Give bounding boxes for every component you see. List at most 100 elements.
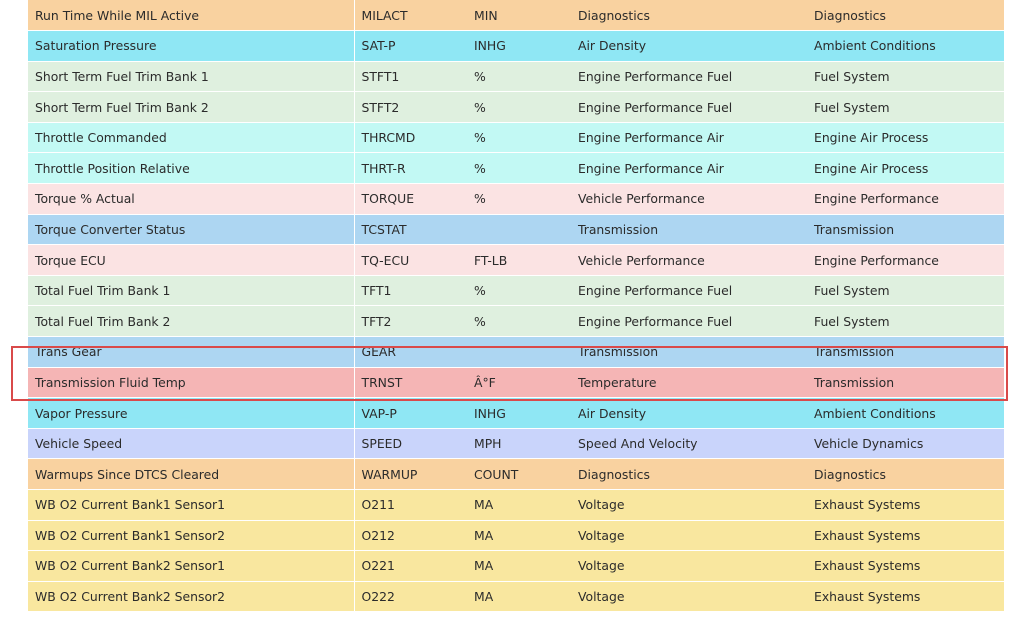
- cell-code: O211: [354, 489, 467, 521]
- cell-category: Temperature: [571, 367, 807, 399]
- table-row[interactable]: Saturation Pressure SAT-P INHG Air Density A…: [28, 30, 1004, 62]
- pid-table-container: Run Time While MIL Active MILACT MIN Diagno…: [28, 0, 1004, 613]
- table-row[interactable]: Run Time While MIL Active MILACT MIN Diagno…: [28, 0, 1004, 32]
- table-row[interactable]: Total Fuel Trim Bank 2 TFT2% Engine Perfor…: [28, 305, 1004, 338]
- cell-category: Vehicle Performance: [571, 244, 807, 276]
- cell-name: Torque Converter Status: [28, 214, 355, 246]
- cell-group: Transmission: [807, 367, 1004, 399]
- cell-name: WB O2 Current Bank2 Sensor1: [28, 550, 355, 582]
- cell-category: Speed And Velocity: [571, 428, 807, 460]
- cell-name: Total Fuel Trim Bank 1: [28, 275, 355, 307]
- cell-name: Torque % Actual: [28, 183, 355, 215]
- cell-code: GEAR: [354, 336, 467, 368]
- cell-code: O222: [354, 581, 467, 613]
- cell-name: Warmups Since DTCS Cleared: [28, 458, 355, 490]
- cell-name: Vapor Pressure: [28, 397, 355, 429]
- table-row[interactable]: Transmission Fluid Temp TRNST Â°F Temperatu…: [28, 367, 1004, 399]
- cell-group: Exhaust Systems: [807, 489, 1004, 521]
- cell-category: Engine Performance Air: [571, 122, 807, 154]
- pid-table-body: Run Time While MIL Active MILACT MIN Diagno…: [28, 0, 1004, 613]
- cell-category: Engine Performance Fuel: [571, 305, 807, 338]
- cell-code: WARMUP: [354, 458, 467, 490]
- cell-code: O212: [354, 520, 467, 552]
- table-row[interactable]: WB O2 Current Bank2 Sensor2 O222 MA Voltage…: [28, 581, 1004, 613]
- cell-group: Diagnostics: [807, 458, 1004, 490]
- cell-group: Engine Performance: [807, 183, 1004, 215]
- cell-unit: %: [467, 122, 571, 154]
- cell-code: MILACT: [354, 0, 467, 32]
- cell-unit: MA: [467, 550, 571, 582]
- cell-category: Voltage: [571, 581, 807, 613]
- table-row[interactable]: Torque Converter Status TCSTAT Transmissio…: [28, 214, 1004, 246]
- table-row[interactable]: WB O2 Current Bank1 Sensor2 O212 MA Voltage…: [28, 520, 1004, 552]
- table-row[interactable]: Vapor Pressure VAP-P INHG Air Density Ambien…: [28, 397, 1004, 429]
- cell-group: Diagnostics: [807, 0, 1004, 32]
- cell-unit: Â°F: [467, 367, 571, 399]
- cell-name: Trans Gear: [28, 336, 355, 368]
- cell-category: Vehicle Performance: [571, 183, 807, 215]
- table-row[interactable]: WB O2 Current Bank2 Sensor1 O221 MA Voltage…: [28, 550, 1004, 582]
- table-row[interactable]: Warmups Since DTCS Cleared WARMUP COUNT Dia…: [28, 458, 1004, 490]
- cell-name: Vehicle Speed: [28, 428, 355, 460]
- cell-unit: MIN: [467, 0, 571, 32]
- cell-category: Voltage: [571, 550, 807, 582]
- cell-name: Saturation Pressure: [28, 30, 355, 62]
- table-row[interactable]: Trans Gear GEAR Transmission Transmission: [28, 336, 1004, 368]
- cell-group: Fuel System: [807, 305, 1004, 338]
- cell-category: Diagnostics: [571, 458, 807, 490]
- cell-unit: %: [467, 91, 571, 123]
- cell-group: Fuel System: [807, 91, 1004, 123]
- cell-category: Voltage: [571, 520, 807, 552]
- cell-group: Engine Performance: [807, 244, 1004, 276]
- table-row[interactable]: Torque ECU TQ-ECU FT-LB Vehicle Performance…: [28, 244, 1004, 276]
- cell-group: Fuel System: [807, 275, 1004, 307]
- cell-category: Air Density: [571, 397, 807, 429]
- cell-code: THRCMD: [354, 122, 467, 154]
- cell-code: STFT1: [354, 61, 467, 93]
- cell-code: THRT-R: [354, 152, 467, 185]
- cell-name: Short Term Fuel Trim Bank 1: [28, 61, 355, 93]
- cell-category: Engine Performance Air: [571, 152, 807, 185]
- cell-unit: %: [467, 305, 571, 338]
- cell-name: Run Time While MIL Active: [28, 0, 355, 32]
- cell-name: Total Fuel Trim Bank 2: [28, 305, 355, 338]
- cell-code: SPEED: [354, 428, 467, 460]
- cell-category: Air Density: [571, 30, 807, 62]
- cell-code: TRNST: [354, 367, 467, 399]
- cell-name: Short Term Fuel Trim Bank 2: [28, 91, 355, 123]
- cell-group: Engine Air Process: [807, 122, 1004, 154]
- cell-unit: MA: [467, 581, 571, 613]
- cell-unit: INHG: [467, 30, 571, 62]
- cell-code: TCSTAT: [354, 214, 467, 246]
- cell-category: Diagnostics: [571, 0, 807, 32]
- cell-unit: %: [467, 183, 571, 215]
- cell-category: Engine Performance Fuel: [571, 91, 807, 123]
- table-row[interactable]: Throttle Position Relative THRT-R% Engine …: [28, 152, 1004, 185]
- table-row[interactable]: Total Fuel Trim Bank 1 TFT1% Engine Perfor…: [28, 275, 1004, 307]
- cell-name: WB O2 Current Bank2 Sensor2: [28, 581, 355, 613]
- cell-name: Throttle Position Relative: [28, 152, 355, 185]
- table-row[interactable]: Torque % Actual TORQUE% Vehicle Performanc…: [28, 183, 1004, 215]
- table-row[interactable]: Vehicle Speed SPEED MPH Speed And Velocity V…: [28, 428, 1004, 460]
- cell-category: Engine Performance Fuel: [571, 61, 807, 93]
- cell-group: Engine Air Process: [807, 152, 1004, 185]
- cell-unit: [467, 214, 571, 246]
- cell-group: Ambient Conditions: [807, 30, 1004, 62]
- table-row[interactable]: WB O2 Current Bank1 Sensor1 O211 MA Voltage…: [28, 489, 1004, 521]
- cell-code: STFT2: [354, 91, 467, 123]
- table-row[interactable]: Short Term Fuel Trim Bank 2 STFT2% Engine …: [28, 91, 1004, 123]
- cell-unit: MA: [467, 489, 571, 521]
- cell-name: WB O2 Current Bank1 Sensor2: [28, 520, 355, 552]
- cell-code: TFT2: [354, 305, 467, 338]
- table-row[interactable]: Short Term Fuel Trim Bank 1 STFT1% Engine …: [28, 61, 1004, 93]
- table-row[interactable]: Throttle Commanded THRCMD% Engine Performa…: [28, 122, 1004, 154]
- cell-group: Exhaust Systems: [807, 581, 1004, 613]
- cell-code: TQ-ECU: [354, 244, 467, 276]
- cell-group: Exhaust Systems: [807, 520, 1004, 552]
- cell-unit: FT-LB: [467, 244, 571, 276]
- cell-code: O221: [354, 550, 467, 582]
- cell-name: Throttle Commanded: [28, 122, 355, 154]
- cell-unit: MPH: [467, 428, 571, 460]
- cell-name: Transmission Fluid Temp: [28, 367, 355, 399]
- cell-name: Torque ECU: [28, 244, 355, 276]
